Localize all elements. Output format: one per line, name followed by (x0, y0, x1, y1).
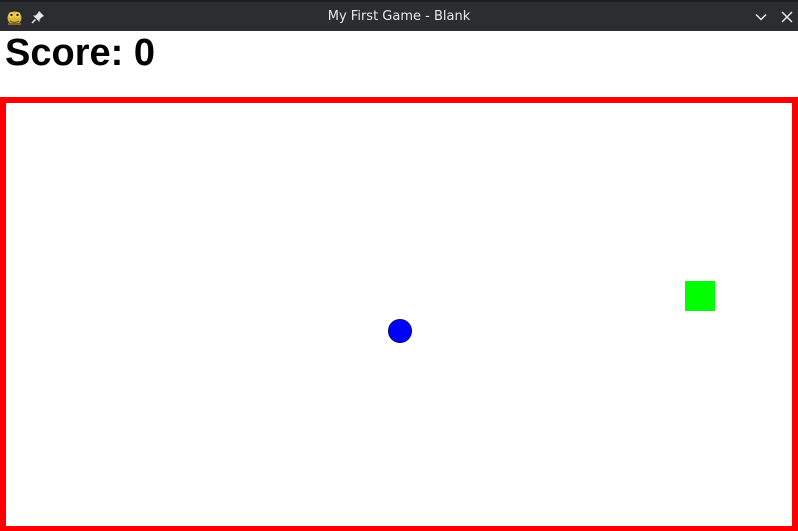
score-value: 0 (133, 32, 155, 74)
game-window: My First Game - Blank Score: 0 (0, 0, 798, 531)
score-display: Score: 0 (5, 33, 155, 73)
window-title: My First Game - Blank (327, 9, 471, 24)
score-label: Score: (5, 32, 124, 74)
player-ball (388, 319, 412, 343)
title-bar[interactable]: My First Game - Blank (0, 0, 798, 31)
game-arena[interactable] (0, 97, 798, 531)
chevron-down-icon[interactable] (754, 10, 768, 24)
target-square (685, 281, 715, 311)
close-icon[interactable] (780, 10, 794, 24)
